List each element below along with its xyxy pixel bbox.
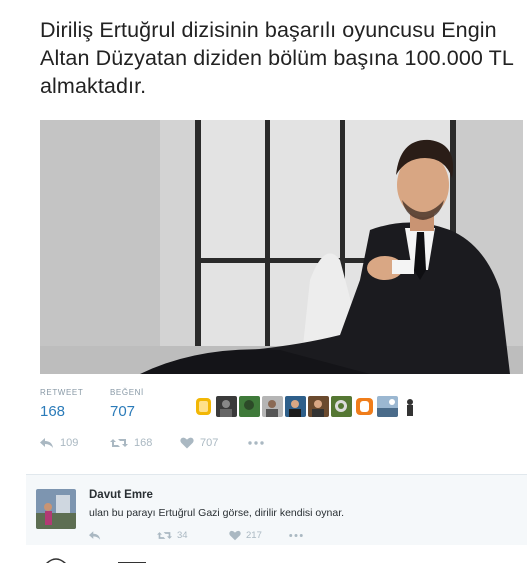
retweet-stat-label: RETWEET [40, 388, 84, 397]
liker-avatar[interactable] [193, 396, 214, 417]
reply-reply-action[interactable] [89, 530, 106, 541]
next-tweet-peek [40, 551, 527, 563]
liker-avatar[interactable] [331, 396, 352, 417]
retweet-stat[interactable]: RETWEET 168 [40, 388, 83, 420]
liker-avatar[interactable] [377, 396, 398, 417]
reply-action[interactable]: 109 [40, 437, 78, 449]
avatar[interactable] [36, 489, 76, 529]
heart-icon [229, 530, 241, 541]
reply-like-action[interactable]: 217 [229, 530, 262, 541]
liker-avatar[interactable] [239, 396, 260, 417]
reply-like-count: 217 [246, 530, 262, 541]
retweet-action[interactable]: 168 [110, 437, 152, 449]
like-action[interactable]: 707 [180, 437, 218, 449]
liker-avatar[interactable] [308, 396, 329, 417]
likes-stat-label: BEĞENİ [110, 388, 144, 397]
tweet-photo[interactable] [40, 120, 523, 374]
likes-stat-value: 707 [110, 403, 136, 420]
reply-retweet-count: 34 [177, 530, 188, 541]
reply-retweet-action[interactable]: 34 [157, 530, 188, 541]
heart-icon [180, 437, 194, 449]
reply-icon [89, 531, 101, 540]
reply-actions: 34 217 [89, 530, 389, 542]
tweet-text: Diriliş Ertuğrul dizisinin başarılı oyun… [40, 18, 514, 98]
reply-count: 109 [60, 437, 79, 449]
likes-stat[interactable]: BEĞENİ 707 [110, 388, 144, 420]
reply-more-action[interactable] [289, 530, 308, 541]
more-action[interactable] [248, 437, 270, 449]
retweet-icon [110, 439, 128, 447]
reply-author-name[interactable]: Davut Emre [89, 489, 153, 501]
retweet-icon [157, 532, 172, 539]
liker-avatar[interactable] [216, 396, 237, 417]
liker-avatar[interactable] [285, 396, 306, 417]
more-icon [289, 534, 303, 537]
retweet-stat-value: 168 [40, 403, 66, 420]
retweet-count: 168 [134, 437, 153, 449]
more-icon [248, 441, 264, 445]
liker-avatar[interactable] [400, 396, 421, 417]
liker-avatar[interactable] [354, 396, 375, 417]
like-count: 707 [200, 437, 219, 449]
tweet-actions: 109 168 707 [40, 437, 480, 455]
reply-icon [40, 438, 53, 448]
liker-avatar[interactable] [262, 396, 283, 417]
reply-text: ulan bu parayı Ertuğrul Gazi görse, diri… [89, 507, 345, 519]
